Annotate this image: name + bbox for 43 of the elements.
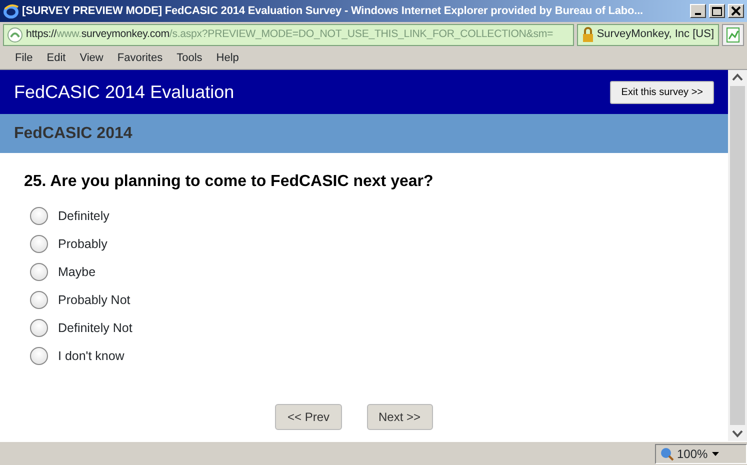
exit-survey-button[interactable]: Exit this survey >> (610, 80, 714, 104)
option-label[interactable]: Probably Not (58, 290, 130, 310)
lock-icon (582, 26, 594, 42)
certificate-button[interactable]: SurveyMonkey, Inc [US] (576, 24, 719, 46)
menu-item[interactable]: Help (209, 48, 246, 68)
radio-button[interactable] (30, 235, 48, 253)
option-label[interactable]: Definitely Not (58, 318, 132, 338)
compatibility-button[interactable] (722, 24, 744, 46)
dropdown-caret-icon (710, 450, 720, 456)
window-title: [SURVEY PREVIEW MODE] FedCASIC 2014 Evaluation Survey - Windows Internet Explorer provided by Bureau of Labo... (22, 4, 644, 19)
menu-item[interactable]: Edit (40, 48, 73, 68)
maximize-icon (712, 6, 722, 16)
page-icon (7, 26, 23, 42)
page-title: FedCASIC 2014 (14, 124, 132, 144)
zoom-icon (660, 446, 674, 460)
radio-button[interactable] (30, 207, 48, 225)
option-label[interactable]: Maybe (58, 262, 96, 282)
option-label[interactable]: Probably (58, 234, 108, 254)
zoom-control[interactable]: 100% (655, 444, 747, 464)
minimize-icon (695, 13, 701, 15)
url-text: https://www.surveymonkey.com/s.aspx?PREVIEW_MODE=DO_NOT_USE_THIS_LINK_FOR_COLLECTION&sm= (26, 26, 554, 42)
radio-button[interactable] (30, 319, 48, 337)
browser-logo-icon (3, 3, 19, 19)
menu-item[interactable]: Favorites (110, 48, 170, 68)
survey-title: FedCASIC 2014 Evaluation (14, 80, 234, 104)
close-icon (731, 6, 741, 16)
maximize-button[interactable] (709, 4, 725, 18)
minimize-button[interactable] (690, 4, 706, 18)
prev-button[interactable]: << Prev (275, 404, 342, 430)
address-field[interactable]: https://www.surveymonkey.com/s.aspx?PREVIEW_MODE=DO_NOT_USE_THIS_LINK_FOR_COLLECTION&sm= (3, 24, 574, 46)
radio-button[interactable] (30, 263, 48, 281)
option-label[interactable]: Definitely (58, 206, 110, 226)
menu-item[interactable]: View (72, 48, 110, 68)
radio-button[interactable] (30, 291, 48, 309)
menu-item[interactable]: File (8, 48, 40, 68)
next-button[interactable]: Next >> (366, 404, 433, 430)
menu-item[interactable]: Tools (170, 48, 210, 68)
question-text: 25. Are you planning to come to FedCASIC next year? (24, 172, 434, 192)
close-button[interactable] (728, 4, 744, 18)
radio-button[interactable] (30, 347, 48, 365)
scrollbar[interactable] (728, 70, 747, 441)
option-label[interactable]: I don't know (58, 346, 124, 366)
chart-page-icon (726, 26, 740, 42)
